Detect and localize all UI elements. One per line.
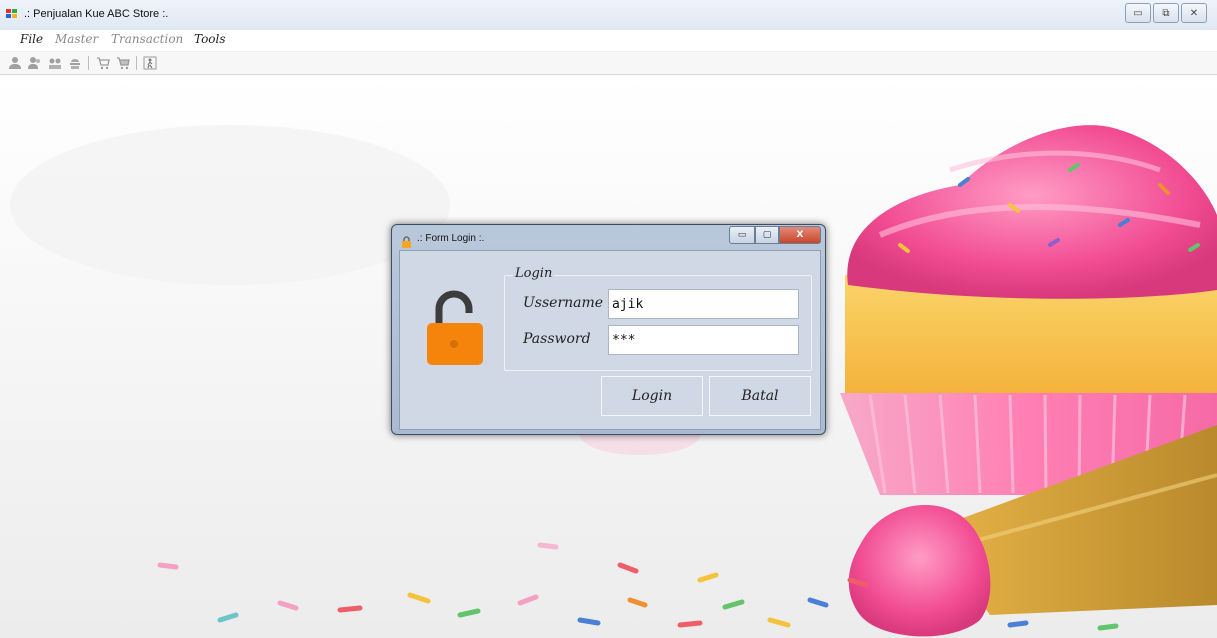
menu-transaction[interactable]: Transaction <box>111 32 183 46</box>
dialog-maximize-button[interactable]: ▢ <box>755 226 779 244</box>
close-button[interactable]: ✕ <box>1181 3 1207 23</box>
minimize-button[interactable]: ▭ <box>1125 3 1151 23</box>
dialog-body: Login Ussername Password Login Batal <box>399 250 821 430</box>
username-input[interactable] <box>608 289 799 319</box>
menu-tools[interactable]: Tools <box>194 32 226 46</box>
cart-icon[interactable] <box>96 56 110 70</box>
cancel-button[interactable]: Batal <box>709 376 811 416</box>
user-group-icon[interactable] <box>48 56 62 70</box>
cart-full-icon[interactable] <box>116 56 130 70</box>
restore-button[interactable]: ⧉ <box>1153 3 1179 23</box>
password-input[interactable] <box>608 325 799 355</box>
menu-bar: File Master Transaction Tools <box>0 30 1217 52</box>
app-icon <box>6 9 20 21</box>
user-icon[interactable] <box>8 56 22 70</box>
open-lock-icon <box>425 289 485 365</box>
login-button[interactable]: Login <box>601 376 703 416</box>
menu-file[interactable]: File <box>20 32 43 46</box>
toolbar <box>0 52 1217 75</box>
menu-master[interactable]: Master <box>55 32 98 46</box>
cake-icon[interactable] <box>68 56 82 70</box>
toolbar-separator <box>88 56 89 70</box>
login-dialog: .: Form Login :. ▭ ▢ X Login Ussername P… <box>391 224 826 435</box>
users-icon[interactable] <box>28 56 42 70</box>
window-title: .: Penjualan Kue ABC Store :. <box>24 8 169 20</box>
toolbar-separator <box>136 56 137 70</box>
username-label: Ussername <box>523 295 604 311</box>
dialog-minimize-button[interactable]: ▭ <box>729 226 755 244</box>
login-group-label: Login <box>513 266 555 281</box>
main-title-bar: .: Penjualan Kue ABC Store :. ▭ ⧉ ✕ <box>0 0 1217 30</box>
lock-icon <box>401 233 412 248</box>
password-label: Password <box>523 331 591 347</box>
dialog-title: .: Form Login :. <box>417 233 485 244</box>
dialog-close-button[interactable]: X <box>779 226 821 244</box>
exit-icon[interactable] <box>143 56 157 70</box>
